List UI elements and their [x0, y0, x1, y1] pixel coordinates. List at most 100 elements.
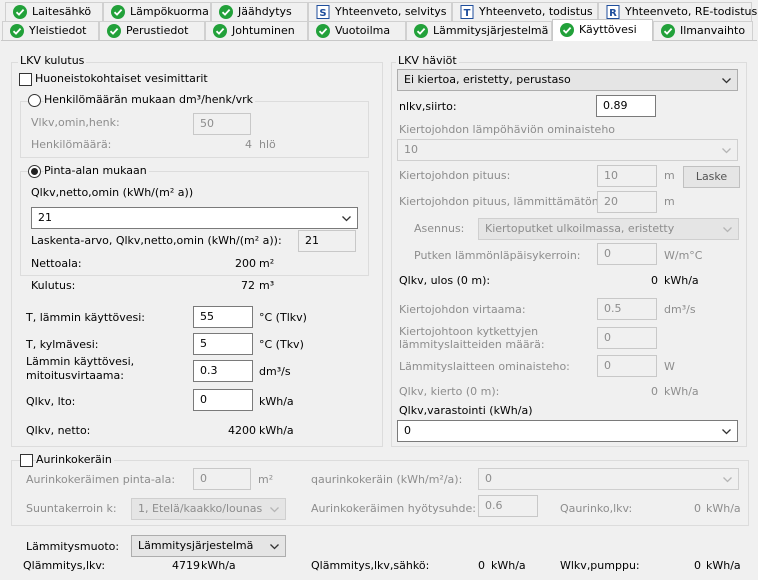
- check-icon: [661, 24, 675, 38]
- tab-yhteenveto-selvitys[interactable]: S Yhteenveto, selvitys: [308, 2, 452, 21]
- haviot-type-select[interactable]: Ei kiertoa, eristetty, perustaso: [397, 69, 738, 91]
- tab-label: Vuotoilma: [335, 24, 391, 37]
- tab-label: Yleistiedot: [29, 24, 87, 37]
- nettoala-label: Nettoala:: [31, 257, 82, 270]
- aurinko-pinta-input[interactable]: 0: [193, 468, 251, 490]
- aurinko-checkbox[interactable]: [20, 454, 33, 467]
- qaurinko-lkv-value: 0: [694, 502, 701, 515]
- tab-label: Perustiedot: [126, 24, 189, 37]
- omin-select[interactable]: 10: [397, 139, 738, 161]
- omin-select-value: 10: [404, 143, 418, 156]
- t-kylma-label: T, kylmävesi:: [26, 338, 99, 351]
- varastointi-select-value: 0: [404, 424, 411, 437]
- svg-text:R: R: [609, 8, 617, 19]
- qaurinko-select[interactable]: 0: [478, 468, 739, 490]
- qaurinko-label: qaurinkokeräin (kWh/m²/a):: [311, 473, 463, 486]
- tab-label: Laitesähkö: [32, 5, 92, 18]
- vlkv-input[interactable]: 50: [193, 113, 251, 135]
- kierto-value: 0: [651, 385, 658, 398]
- virtaama-input[interactable]: 0.3: [193, 360, 253, 382]
- tab-lammitysjarjestelma[interactable]: Lämmitysjärjestelmä: [406, 21, 552, 40]
- laite-omin-input[interactable]: 0: [597, 355, 657, 377]
- tab-kayttovesi[interactable]: Käyttövesi: [552, 19, 653, 41]
- lkv-haviot-title: LKV häviöt: [396, 54, 459, 68]
- nlkv-label: nlkv,siirto:: [399, 100, 457, 113]
- qlkv-lto-label: Qlkv, lto:: [26, 395, 76, 408]
- tab-jaahdytys[interactable]: Jäähdytys: [211, 2, 308, 21]
- asennus-select-value: Kiertoputket ulkoilmassa, eristetty: [485, 222, 675, 235]
- t-kylma-input[interactable]: 5: [193, 333, 253, 355]
- lammitysmuoto-select[interactable]: Lämmitysjärjestelmä: [131, 535, 286, 557]
- laite-omin-label: Lämmityslaitteen ominaisteho:: [399, 360, 570, 373]
- kulutus-value: 72: [241, 279, 255, 292]
- tab-vuotoilma[interactable]: Vuotoilma: [308, 21, 406, 40]
- document-r-icon: R: [606, 5, 620, 19]
- henkilomaara-label: Henkilömäärä:: [31, 138, 112, 151]
- chevron-down-icon: [342, 216, 351, 222]
- vesimittarit-checkbox[interactable]: [19, 73, 32, 86]
- tab-perustiedot[interactable]: Perustiedot: [99, 21, 205, 40]
- laskenta-value: 21: [298, 230, 356, 252]
- varastointi-select[interactable]: 0: [397, 420, 738, 442]
- check-icon: [107, 24, 121, 38]
- laitteiden-input[interactable]: 0: [597, 327, 657, 349]
- virtaama-unit: dm³/s: [259, 365, 291, 378]
- qlkv-netto-label: Qlkv, netto:: [26, 424, 91, 437]
- tab-label: Yhteenveto, todistus: [479, 5, 593, 18]
- tab-lampokuorma[interactable]: Lämpökuorma: [103, 2, 211, 21]
- wlkv-value: 0: [694, 559, 701, 572]
- virtaama-label-1: Lämmin käyttövesi,: [26, 355, 135, 368]
- svg-text:S: S: [319, 8, 326, 19]
- aurinko-pinta-label: Aurinkokeräimen pinta-ala:: [26, 473, 176, 486]
- vlkv-label: Vlkv,omin,henk:: [31, 116, 120, 129]
- aurinko-label: Aurinkokeräin: [36, 453, 114, 467]
- kulutus-unit: m³: [259, 279, 275, 292]
- lammitysmuoto-label: Lämmitysmuoto:: [26, 540, 120, 553]
- qlkv-omin-select[interactable]: 21: [31, 207, 358, 229]
- suunta-select[interactable]: 1, Etelä/kaakko/lounas: [131, 498, 286, 520]
- tab-label: Lämmitysjärjestelmä: [433, 24, 549, 37]
- tab-ilmanvaihto[interactable]: Ilmanvaihto: [653, 21, 753, 40]
- document-t-icon: T: [460, 5, 474, 19]
- chevron-down-icon: [722, 78, 731, 84]
- svg-text:T: T: [464, 8, 471, 19]
- asennus-label: Asennus:: [414, 222, 465, 235]
- t-lammin-unit: °C (Tlkv): [259, 311, 307, 324]
- t-lammin-input[interactable]: 55: [193, 306, 253, 328]
- qlkv-omin-select-value: 21: [38, 211, 52, 224]
- qlkv-lto-input[interactable]: 0: [193, 389, 253, 411]
- virtaama-label-2: mitoitusvirtaama:: [26, 369, 124, 382]
- henkilomaara-value: 4: [245, 138, 252, 151]
- tab-label: Käyttövesi: [579, 23, 637, 36]
- qlamm-sahko-unit: kWh/a: [491, 559, 526, 572]
- laitteiden-label-1: Kiertojohtoon kytkettyjen: [399, 325, 539, 338]
- check-icon: [414, 24, 428, 38]
- qaurinko-lkv-unit: kWh/a: [706, 502, 741, 515]
- pinta-radio[interactable]: [28, 165, 41, 178]
- pituus-input[interactable]: 10: [597, 165, 657, 187]
- suunta-select-value: 1, Etelä/kaakko/lounas: [138, 502, 263, 515]
- asennus-select[interactable]: Kiertoputket ulkoilmassa, eristetty: [478, 218, 739, 240]
- haviot-type-value: Ei kiertoa, eristetty, perustaso: [404, 73, 571, 86]
- nettoala-unit: m²: [259, 257, 275, 270]
- kierto-virtaama-input[interactable]: 0.5: [597, 298, 657, 320]
- check-icon: [213, 24, 227, 38]
- kierto-label: Qlkv, kierto (0 m):: [399, 385, 500, 398]
- check-icon: [111, 5, 125, 19]
- omin-label: Kiertojohdon lämpöhäviön ominaisteho: [399, 123, 616, 136]
- qlamm-label: Qlämmitys,lkv:: [23, 559, 106, 572]
- nlkv-input[interactable]: 0.89: [596, 95, 656, 117]
- laske-button[interactable]: Laske: [683, 166, 740, 188]
- hyoty-input[interactable]: 0.6: [478, 495, 538, 517]
- qaurinko-select-value: 0: [485, 472, 492, 485]
- kierto-unit: kWh/a: [664, 385, 699, 398]
- putken-input[interactable]: 0: [597, 243, 657, 265]
- tab-laitesahko[interactable]: Laitesähkö: [5, 2, 103, 21]
- tab-johtuminen[interactable]: Johtuminen: [205, 21, 308, 40]
- tab-label: Lämpökuorma: [130, 5, 209, 18]
- qlkv-netto-unit: kWh/a: [259, 424, 294, 437]
- hlo-radio[interactable]: [28, 94, 41, 107]
- wlkv-label: Wlkv,pumppu:: [560, 559, 640, 572]
- pituus-lamm-input[interactable]: 20: [597, 191, 657, 213]
- tab-yleistiedot[interactable]: Yleistiedot: [2, 21, 99, 40]
